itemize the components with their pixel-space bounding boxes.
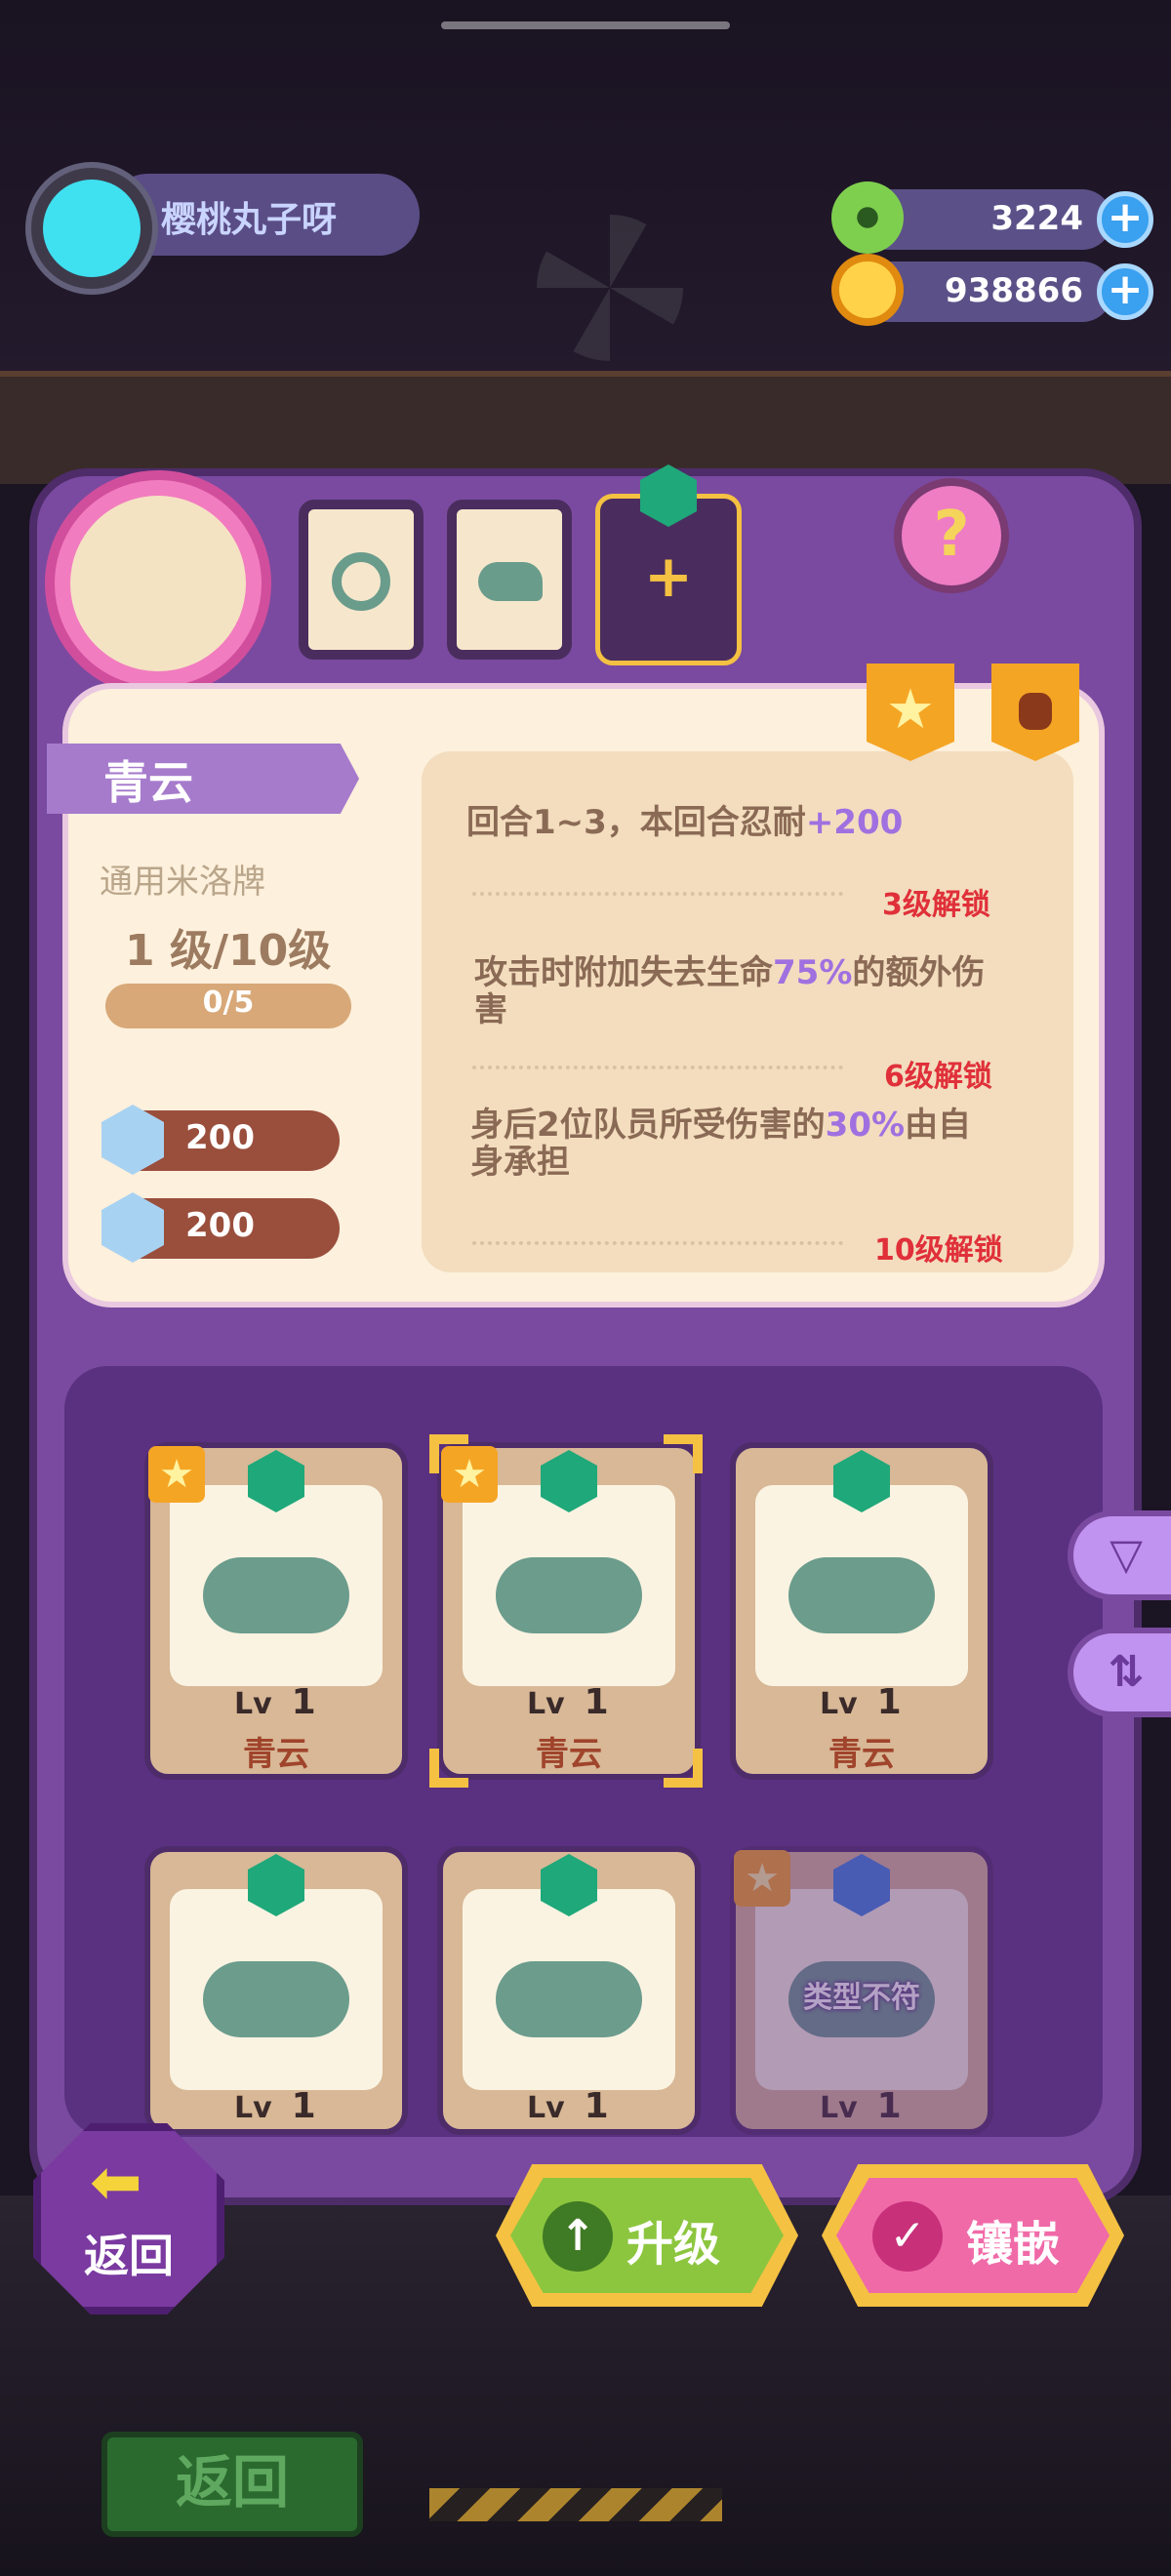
card-title-tab — [47, 744, 359, 814]
cloud-icon — [496, 1557, 642, 1633]
player-name: 樱桃丸子呀 — [161, 200, 338, 240]
background-back-button: 返回 — [101, 2432, 363, 2537]
character-face-icon — [70, 496, 246, 671]
ability-3-text: 身后2位队员所受伤害的30%由自身承担 — [470, 1106, 972, 1182]
equip-slot-1[interactable] — [299, 500, 424, 660]
ability-1-unlock: 3级解锁 — [882, 888, 990, 922]
card-title: 青云 — [103, 756, 193, 809]
fan-decoration — [537, 215, 683, 361]
xp-text: 0/5 — [202, 986, 255, 1020]
card-item[interactable]: Lv 1 青云 — [730, 1442, 993, 1780]
donut-icon — [831, 181, 904, 254]
lock-icon — [1019, 693, 1052, 730]
bird-icon — [478, 562, 543, 601]
star-icon: ★ — [885, 678, 936, 742]
selection-corner — [664, 1434, 703, 1473]
selection-corner — [664, 1749, 703, 1788]
type-mismatch-label: 类型不符 — [803, 1981, 920, 2015]
selection-corner — [429, 1749, 468, 1788]
card-name: 青云 — [243, 1735, 309, 1774]
stat-value-2: 200 — [185, 1206, 255, 1245]
star-icon: ★ — [734, 1850, 790, 1907]
hazard-stripe — [429, 2488, 722, 2521]
card-level: 1 级/10级 — [125, 915, 331, 978]
cloud-icon — [203, 1961, 349, 2037]
arrow-left-icon: ⬅ — [90, 2147, 142, 2219]
card-level: Lv 1 — [234, 2086, 316, 2126]
check-icon: ✓ — [872, 2201, 943, 2272]
filter-button[interactable]: ▽ — [1068, 1510, 1171, 1600]
inlay-button[interactable]: ✓ 镶嵌 — [822, 2164, 1124, 2307]
card-item[interactable]: ★ Lv 1 青云 — [429, 1434, 703, 1788]
divider — [472, 1066, 843, 1069]
add-coin-button[interactable]: + — [1097, 263, 1153, 320]
card-item[interactable]: Lv 1 — [144, 1846, 408, 2135]
selection-corner — [429, 1434, 468, 1473]
cloud-icon — [496, 1961, 642, 2037]
card-item[interactable]: Lv 1 — [437, 1846, 701, 2135]
background-shelf — [0, 371, 1171, 484]
equip-slot-2[interactable] — [447, 500, 572, 660]
card-level: Lv 1 — [820, 1682, 902, 1722]
card-type: 通用米洛牌 — [100, 863, 265, 902]
card-item[interactable]: ★ Lv 1 青云 — [144, 1442, 408, 1780]
ability-3-unlock: 10级解锁 — [874, 1233, 1003, 1268]
card-item[interactable]: ★ Lv 1 类型不符 — [730, 1846, 993, 2135]
divider — [472, 1241, 843, 1245]
help-button[interactable]: ? — [894, 478, 1009, 593]
ability-2-text: 攻击时附加失去生命75%的额外伤害 — [474, 953, 986, 1029]
card-level: Lv 1 — [527, 2086, 609, 2126]
divider — [472, 892, 843, 896]
ability-1-text: 回合1~3，本回合忍耐+200 — [466, 803, 904, 842]
lock-badge[interactable] — [991, 664, 1079, 761]
stat-value-1: 200 — [185, 1118, 255, 1157]
card-level: Lv 1 — [234, 1682, 316, 1722]
arrow-up-icon: ↑ — [543, 2201, 613, 2272]
cloud-icon — [788, 1557, 935, 1633]
level-max: 级/10级 — [169, 926, 332, 976]
ability-2-unlock: 6级解锁 — [884, 1060, 992, 1094]
card-level: Lv 1 — [820, 2086, 902, 2126]
sort-button[interactable]: ⇅ — [1068, 1628, 1171, 1717]
card-name: 青云 — [536, 1735, 602, 1774]
back-label: 返回 — [84, 2230, 174, 2282]
upgrade-button[interactable]: ↑ 升级 — [496, 2164, 798, 2307]
cat-avatar-icon — [43, 180, 141, 277]
add-donut-button[interactable]: + — [1097, 191, 1153, 248]
upgrade-label: 升级 — [626, 2217, 721, 2272]
spiral-icon — [332, 552, 390, 611]
card-level: Lv 1 — [527, 1682, 609, 1722]
card-name: 青云 — [828, 1735, 895, 1774]
level-number: 1 — [125, 926, 155, 976]
home-indicator — [441, 21, 730, 29]
planet-coin-icon — [831, 254, 904, 326]
star-icon: ★ — [148, 1446, 205, 1503]
cloud-icon — [203, 1557, 349, 1633]
star-badge[interactable]: ★ — [867, 664, 954, 761]
inlay-label: 镶嵌 — [966, 2217, 1061, 2272]
